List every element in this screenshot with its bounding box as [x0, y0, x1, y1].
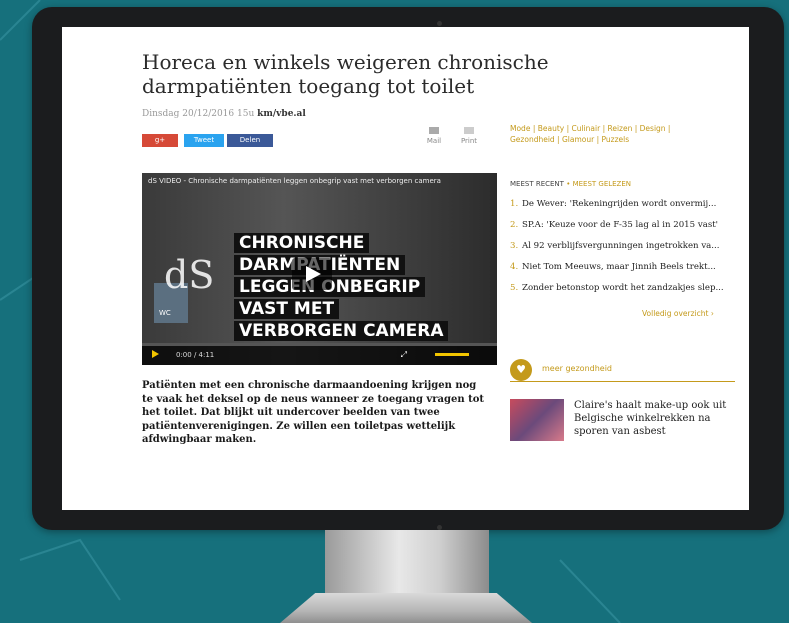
- camera-dot: [437, 21, 442, 26]
- wc-label: WC: [159, 309, 171, 317]
- chevron-right-icon: ›: [710, 309, 714, 318]
- article-byline: Dinsdag 20/12/2016 15u km/vbe.al: [142, 109, 306, 119]
- mail-button[interactable]: Mail: [419, 127, 449, 145]
- category-links[interactable]: Mode | Beauty | Culinair | Reizen | Desi…: [510, 123, 710, 145]
- list-number: 3.: [510, 241, 519, 251]
- list-item[interactable]: 5. Zonder betonstop wordt het zandzakjes …: [510, 282, 732, 303]
- list-item-text: De Wever: 'Rekeningrijden wordt onvermij…: [522, 199, 717, 209]
- mail-label: Mail: [426, 137, 442, 145]
- list-number: 4.: [510, 262, 519, 272]
- tab-meest-recent[interactable]: MEEST RECENT: [510, 180, 564, 188]
- health-section-title[interactable]: meer gezondheid: [542, 364, 612, 373]
- sidebar-tabs: MEEST RECENT • MEEST GELEZEN: [510, 180, 631, 188]
- video-caption-line-5: VERBORGEN CAMERA: [234, 321, 449, 341]
- volume-slider[interactable]: [435, 353, 469, 356]
- promo-thumbnail[interactable]: [510, 399, 564, 441]
- list-number: 2.: [510, 220, 519, 230]
- fullscreen-icon[interactable]: ⤢: [401, 350, 407, 360]
- list-item-text: Niet Tom Meeuws, maar Jinnih Beels trekt…: [522, 262, 716, 272]
- play-icon[interactable]: [152, 350, 159, 358]
- list-item-text: Zonder betonstop wordt het zandzakjes sl…: [522, 283, 724, 293]
- share-gplus-button[interactable]: g+: [142, 134, 178, 147]
- browser-screen: Horeca en winkels weigeren chronische da…: [62, 27, 749, 510]
- list-item[interactable]: 1. De Wever: 'Rekeningrijden wordt onverm…: [510, 198, 732, 219]
- video-controls: 0:00 / 4:11 ⤢: [142, 343, 497, 365]
- list-item[interactable]: 4. Niet Tom Meeuws, maar Jinnih Beels tre…: [510, 261, 732, 282]
- mail-icon: [429, 127, 439, 134]
- list-item[interactable]: 2. SP.A: 'Keuze voor de F-35 lag al in 20…: [510, 219, 732, 240]
- monitor-base: [280, 593, 532, 623]
- print-icon: [464, 127, 474, 134]
- byline-date: Dinsdag 20/12/2016 15u: [142, 109, 255, 119]
- video-player[interactable]: dS VIDEO - Chronische darmpatiënten legg…: [142, 173, 497, 365]
- play-button[interactable]: [292, 258, 332, 290]
- video-caption-line-1: CHRONISCHE: [234, 233, 370, 253]
- share-tweet-button[interactable]: Tweet: [184, 134, 224, 147]
- ds-logo: dS: [164, 253, 215, 297]
- promo-title[interactable]: Claire's haalt make-up ook uit Belgische…: [574, 399, 734, 438]
- recent-list: 1. De Wever: 'Rekeningrijden wordt onverm…: [510, 198, 732, 303]
- video-caption-line-4: VAST MET: [234, 299, 340, 319]
- video-progress[interactable]: [142, 343, 497, 346]
- list-item-text: SP.A: 'Keuze voor de F-35 lag al in 2015…: [522, 220, 719, 230]
- list-number: 1.: [510, 199, 519, 209]
- monitor-stand: [325, 530, 489, 596]
- print-button[interactable]: Print: [454, 127, 484, 145]
- tab-separator: •: [566, 180, 571, 188]
- print-label: Print: [460, 137, 478, 145]
- list-item[interactable]: 3. Al 92 verblijfsvergunningen ingetrokke…: [510, 240, 732, 261]
- byline-author: km/vbe.al: [257, 109, 306, 119]
- share-facebook-button[interactable]: Delen: [227, 134, 273, 147]
- article-lead: Patiënten met een chronische darmaandoen…: [142, 380, 484, 445]
- tab-meest-gelezen[interactable]: MEEST GELEZEN: [573, 180, 631, 188]
- video-time: 0:00 / 4:11: [176, 351, 215, 359]
- full-overview-link[interactable]: Volledig overzicht ›: [642, 309, 714, 318]
- health-section-header: ♥ meer gezondheid: [510, 359, 735, 382]
- article-headline: Horeca en winkels weigeren chronische da…: [142, 50, 549, 98]
- list-number: 5.: [510, 283, 519, 293]
- full-overview-label: Volledig overzicht: [642, 309, 709, 318]
- video-title: dS VIDEO - Chronische darmpatiënten legg…: [148, 177, 441, 185]
- list-item-text: Al 92 verblijfsvergunningen ingetrokken …: [522, 241, 720, 251]
- heart-icon: ♥: [510, 359, 532, 381]
